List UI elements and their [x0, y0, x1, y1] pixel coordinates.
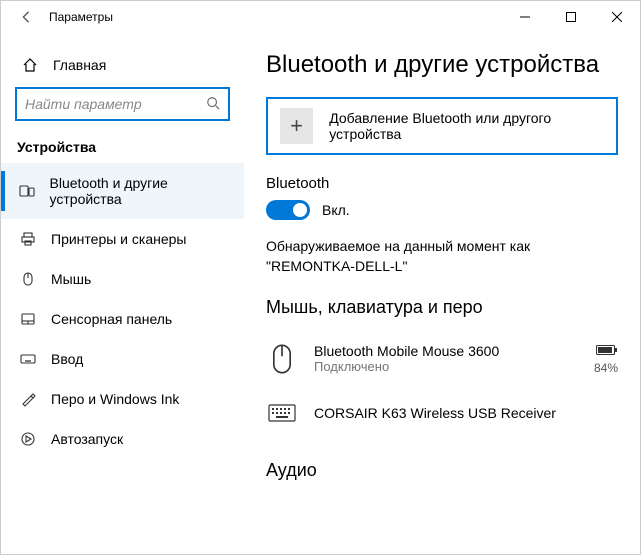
sidebar-item-printers[interactable]: Принтеры и сканеры [1, 219, 244, 259]
device-meta: CORSAIR K63 Wireless USB Receiver [314, 405, 556, 421]
battery-icon [596, 343, 618, 359]
window-controls [502, 1, 640, 33]
plus-icon: + [280, 108, 313, 144]
search-icon [206, 96, 220, 113]
keyboard-icon [19, 351, 37, 367]
add-device-button[interactable]: + Добавление Bluetooth или другого устро… [266, 97, 618, 155]
device-row[interactable]: Bluetooth Mobile Mouse 3600 Подключено 8… [266, 332, 618, 386]
add-device-label: Добавление Bluetooth или другого устройс… [329, 110, 604, 142]
search-box[interactable] [15, 87, 230, 121]
minimize-button[interactable] [502, 1, 548, 33]
sidebar-item-label: Автозапуск [51, 431, 123, 447]
content: Bluetooth и другие устройства + Добавлен… [244, 33, 640, 554]
device-meta: Bluetooth Mobile Mouse 3600 Подключено [314, 343, 499, 374]
sidebar-item-pen[interactable]: Перо и Windows Ink [1, 379, 244, 419]
mouse-icon [266, 340, 298, 378]
sidebar-group: Устройства [1, 139, 244, 163]
home-label: Главная [53, 57, 106, 73]
devices-icon [19, 183, 36, 199]
back-button[interactable] [15, 6, 37, 28]
touchpad-icon [19, 311, 37, 327]
device-name: Bluetooth Mobile Mouse 3600 [314, 343, 499, 359]
sidebar-item-label: Перо и Windows Ink [51, 391, 179, 407]
sidebar-item-autoplay[interactable]: Автозапуск [1, 419, 244, 459]
titlebar: Параметры [1, 1, 640, 33]
sidebar: Главная Устройства Bluetooth и другие ус… [1, 33, 244, 554]
battery-percent: 84% [594, 361, 618, 375]
pen-icon [19, 391, 37, 407]
page-title: Bluetooth и другие устройства [266, 51, 618, 79]
close-button[interactable] [594, 1, 640, 33]
sidebar-item-label: Bluetooth и другие устройства [50, 175, 228, 207]
window-title: Параметры [49, 10, 113, 24]
device-name: CORSAIR K63 Wireless USB Receiver [314, 405, 556, 421]
discoverable-text: Обнаруживаемое на данный момент как "REM… [266, 236, 618, 277]
battery: 84% [594, 343, 618, 375]
printer-icon [19, 231, 37, 247]
settings-window: Параметры Главная [0, 0, 641, 555]
bluetooth-toggle-row: Вкл. [266, 200, 618, 220]
search-input[interactable] [25, 96, 206, 112]
sidebar-item-label: Мышь [51, 271, 91, 287]
section-audio: Аудио [266, 460, 618, 481]
device-status: Подключено [314, 359, 499, 374]
body: Главная Устройства Bluetooth и другие ус… [1, 33, 640, 554]
keyboard-icon [266, 394, 298, 432]
bluetooth-toggle[interactable] [266, 200, 310, 220]
sidebar-item-mouse[interactable]: Мышь [1, 259, 244, 299]
bluetooth-label: Bluetooth [266, 175, 618, 192]
section-peripherals: Мышь, клавиатура и перо [266, 297, 618, 318]
sidebar-item-label: Принтеры и сканеры [51, 231, 186, 247]
sidebar-item-touchpad[interactable]: Сенсорная панель [1, 299, 244, 339]
device-row[interactable]: CORSAIR K63 Wireless USB Receiver [266, 386, 618, 440]
sidebar-item-bluetooth[interactable]: Bluetooth и другие устройства [1, 163, 244, 219]
maximize-button[interactable] [548, 1, 594, 33]
home-link[interactable]: Главная [1, 51, 244, 87]
autoplay-icon [19, 431, 37, 447]
sidebar-item-label: Сенсорная панель [51, 311, 172, 327]
bluetooth-state: Вкл. [322, 202, 350, 218]
mouse-icon [19, 271, 37, 287]
search-wrap [15, 87, 230, 121]
sidebar-nav: Bluetooth и другие устройства Принтеры и… [1, 163, 244, 459]
sidebar-item-typing[interactable]: Ввод [1, 339, 244, 379]
sidebar-item-label: Ввод [51, 351, 83, 367]
home-icon [21, 57, 39, 73]
